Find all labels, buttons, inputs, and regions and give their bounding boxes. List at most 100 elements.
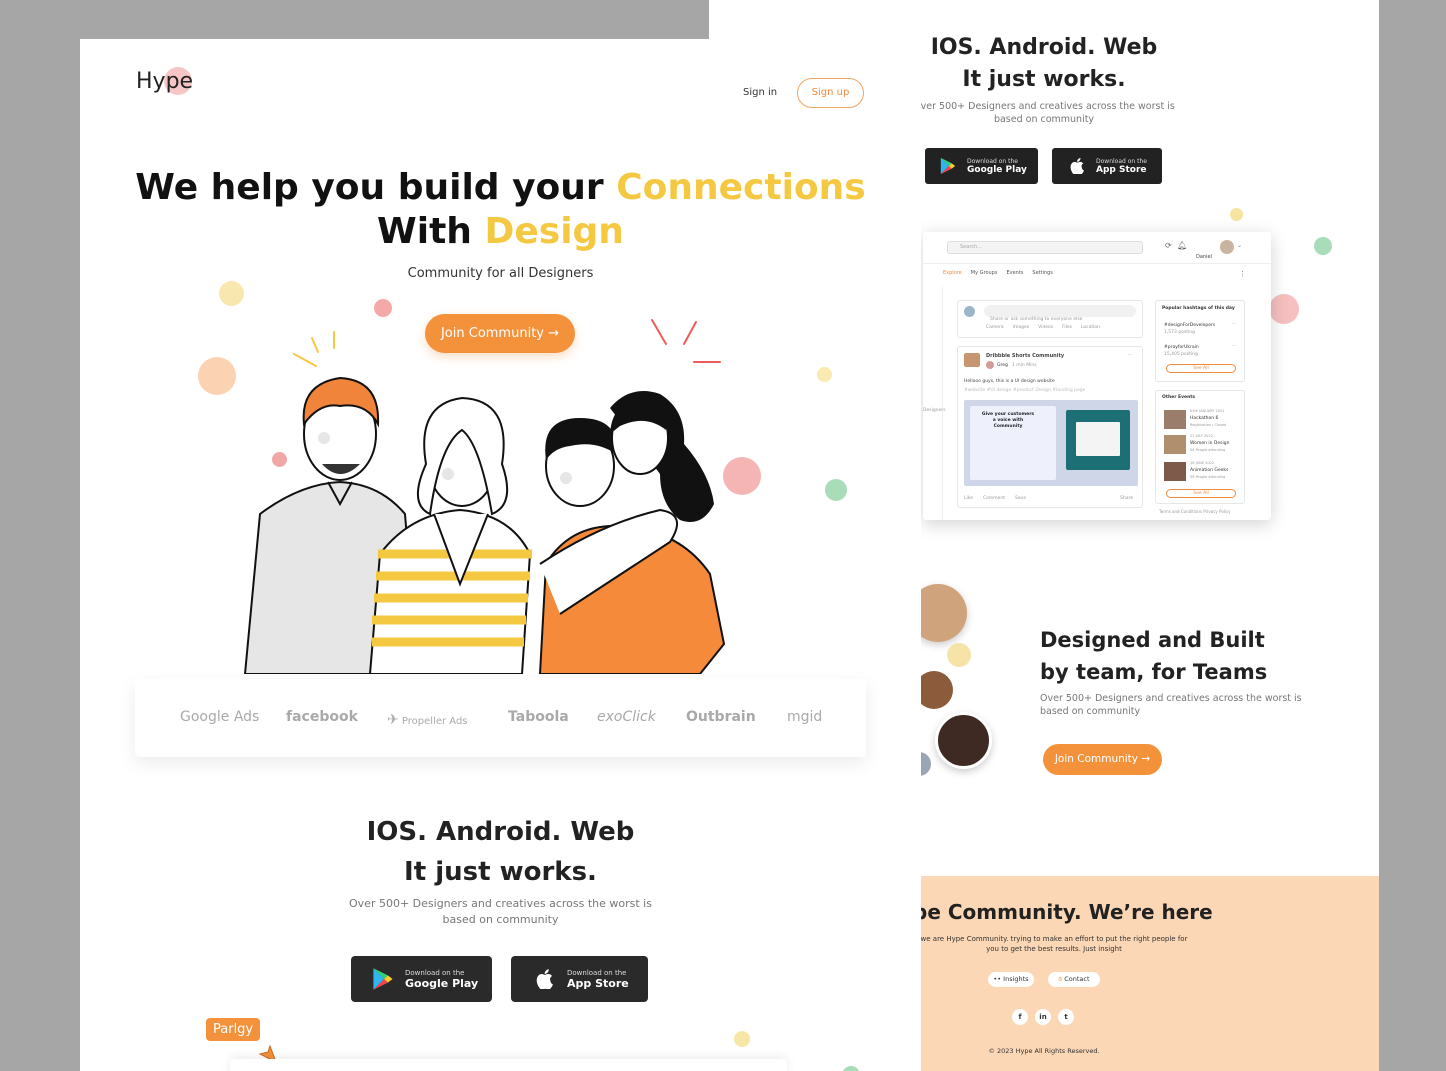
team-avatar — [935, 712, 992, 769]
composer-files[interactable]: Files — [1062, 324, 1072, 331]
composer-camera[interactable]: Camera — [986, 324, 1004, 331]
dashboard-topbar: Search... ⟳ 🔔︎ Daniel ⌄ — [923, 232, 1271, 264]
google-play-label: Google Play — [967, 164, 1027, 175]
partner-exoclick[interactable]: exoClick — [597, 709, 656, 725]
hand-icon: ✋︎ — [1058, 975, 1063, 983]
post-tags: #website #UI design #product Design #lan… — [964, 388, 1086, 393]
partner-google-ads[interactable]: Google Ads — [180, 709, 259, 725]
events-card: Other Events 04th JANUARY 2022 Hackathon… — [1155, 390, 1245, 504]
event-name[interactable]: Women in Design — [1190, 440, 1229, 447]
decor-circle — [825, 479, 847, 501]
hashtag-item[interactable]: #designForDevelopers — [1164, 322, 1215, 329]
hashtag-count: 1,573 posting — [1164, 330, 1195, 335]
event-date: 22 JULY 2022 — [1190, 434, 1213, 438]
partner-mgid[interactable]: mgid — [787, 709, 822, 725]
google-play-icon — [940, 157, 956, 175]
refresh-icon[interactable]: ⟳ — [1165, 241, 1172, 250]
events-see-all-button[interactable]: See All — [1166, 489, 1236, 498]
event-meta: 56 People attending — [1190, 448, 1226, 452]
hero-illustration — [243, 319, 726, 674]
hashtag-menu-icon[interactable]: ··· — [1232, 343, 1236, 350]
post-image-text: Give your customers a voice with Communi… — [981, 412, 1035, 429]
google-play-label: Google Play — [405, 976, 479, 990]
linkedin-icon[interactable]: in — [1035, 1009, 1051, 1025]
composer-videos[interactable]: Videos — [1038, 324, 1053, 331]
arrow-right-icon: → — [1141, 753, 1151, 765]
tab-explore[interactable]: Explore — [943, 270, 962, 276]
contact-chip[interactable]: ✋︎ Contact — [1048, 972, 1100, 987]
post-title[interactable]: Dribbble Shorts Community — [986, 352, 1064, 360]
google-play-small: Download on the — [405, 968, 465, 977]
event-date: 18 JUNE 2022 — [1190, 461, 1215, 465]
composer-location[interactable]: Location — [1081, 324, 1100, 331]
google-play-icon — [373, 968, 393, 990]
like-button[interactable]: Like — [964, 495, 973, 502]
avatar[interactable] — [1220, 240, 1234, 254]
save-button[interactable]: Save — [1015, 495, 1026, 502]
event-name[interactable]: Animation Geeks — [1190, 467, 1228, 474]
avatar — [986, 361, 994, 369]
event-thumbnail — [1164, 435, 1186, 454]
dashboard-user-name[interactable]: Daniel — [1196, 243, 1212, 262]
hashtag-item[interactable]: #prayforUkrain — [1164, 344, 1199, 351]
chevron-down-icon[interactable]: ⌄ — [1237, 242, 1242, 249]
team-join-button[interactable]: Join Community → — [1043, 744, 1162, 775]
platforms-subtitle-line2: based on community — [442, 913, 559, 926]
front-page: Hype Sign in Sign up We help you build y… — [80, 39, 921, 1071]
decor-circle — [1230, 208, 1243, 221]
footer-title: pe Community. We’re here — [913, 900, 1213, 924]
hashtag-count: 15,405 posting — [1164, 352, 1198, 357]
tab-events[interactable]: Events — [1006, 270, 1023, 276]
insights-chip[interactable]: •• Insights — [988, 972, 1034, 987]
bell-icon[interactable]: 🔔︎ — [1177, 241, 1187, 250]
tab-my-groups[interactable]: My Groups — [971, 270, 998, 276]
signup-button[interactable]: Sign up — [797, 78, 864, 108]
app-store-button[interactable]: Download on the App Store — [511, 956, 648, 1002]
dashboard-search-input[interactable]: Search... — [947, 241, 1143, 254]
partner-logos: Google Ads facebook ✈︎ Propeller Ads Tab… — [135, 679, 866, 757]
signin-link[interactable]: Sign in — [743, 87, 777, 98]
google-play-button[interactable]: Download on the Google Play — [351, 956, 492, 1002]
tab-settings[interactable]: Settings — [1032, 270, 1053, 276]
apple-icon — [536, 969, 553, 989]
hashtag-menu-icon[interactable]: ··· — [1232, 321, 1236, 328]
more-icon[interactable]: ⋮ — [1239, 270, 1246, 278]
event-name[interactable]: Hackathon 6 — [1190, 415, 1218, 422]
composer-actions: Camera Images Videos Files Location — [986, 324, 1100, 331]
avatar — [964, 306, 975, 317]
partner-outbrain[interactable]: Outbrain — [686, 709, 756, 725]
app-store-label: App Store — [567, 976, 629, 990]
platforms-title-line1: IOS. Android. Web — [366, 817, 635, 847]
hero-title-line2: With Design — [377, 211, 624, 252]
next-section-card — [230, 1059, 787, 1071]
post-thumbnail — [964, 353, 980, 367]
dashboard-mockup: Search... ⟳ 🔔︎ Daniel ⌄ Explore My Group… — [923, 232, 1271, 520]
app-store-small: Download on the — [567, 968, 627, 977]
post-menu-icon[interactable]: ··· — [1128, 352, 1132, 359]
facebook-icon[interactable]: f — [1012, 1009, 1028, 1025]
share-button[interactable]: Share — [1120, 495, 1133, 502]
hashtags-see-all-button[interactable]: See All — [1166, 364, 1236, 373]
footer-text-line1: we are Hype Community. trying to make an… — [920, 935, 1188, 943]
partner-taboola[interactable]: Taboola — [508, 709, 569, 725]
partner-facebook[interactable]: facebook — [286, 709, 358, 725]
apple-icon — [1070, 158, 1084, 174]
post-author[interactable]: Greg — [997, 362, 1008, 369]
comment-button[interactable]: Comment — [983, 495, 1005, 502]
composer-input[interactable]: Share or ask something to everyone else — [984, 305, 1136, 322]
team-join-label: Join Community — [1054, 753, 1139, 765]
decor-circle — [947, 643, 971, 667]
composer-images[interactable]: Images — [1013, 324, 1029, 331]
partner-propeller-ads[interactable]: ✈︎ Propeller Ads — [387, 712, 468, 728]
decor-circle — [1269, 294, 1299, 324]
google-play-button[interactable]: Download on the Google Play — [925, 148, 1038, 184]
footer-text-line2: you to get the best results. Just insigh… — [986, 945, 1122, 953]
hero-subtitle: Community for all Designers — [407, 266, 594, 281]
post-image[interactable]: Give your customers a voice with Communi… — [964, 400, 1138, 486]
app-store-button[interactable]: Download on the App Store — [1052, 148, 1162, 184]
decor-circle — [817, 367, 832, 382]
twitter-icon[interactable]: t — [1058, 1009, 1074, 1025]
logo[interactable]: Hype — [136, 69, 193, 94]
app-store-small: Download on the — [1096, 157, 1147, 165]
dashboard-footer-links[interactable]: Terms and Conditions Privacy Policy — [1159, 508, 1231, 515]
